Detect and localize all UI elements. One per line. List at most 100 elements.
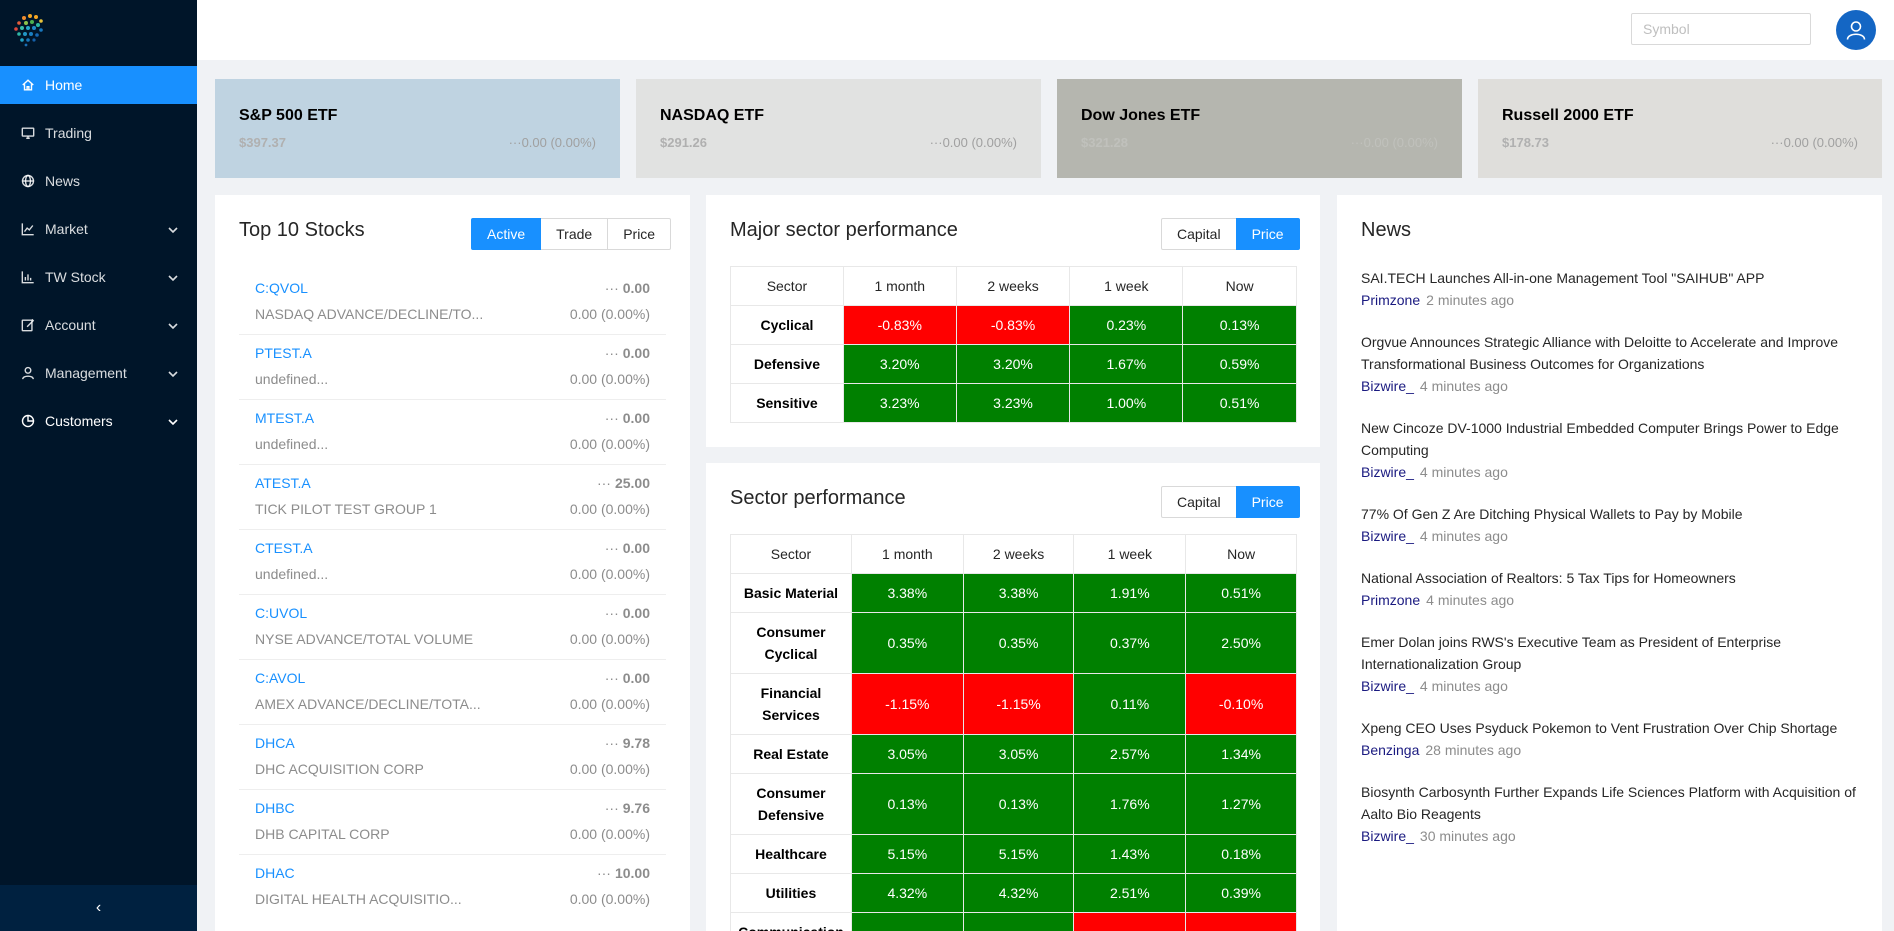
sidebar-item-home[interactable]: Home bbox=[0, 66, 197, 104]
stock-row[interactable]: C:UVOL NYSE ADVANCE/TOTAL VOLUME ··· 0.00 0.… bbox=[239, 595, 666, 660]
column-header: 2 weeks bbox=[955, 266, 1071, 306]
user-avatar[interactable] bbox=[1836, 10, 1876, 50]
performance-cell bbox=[1185, 912, 1297, 931]
major-sector-table: Sector 1 month 2 weeks 1 week Now Cyclical -0… bbox=[730, 266, 1297, 423]
table-row: Communication bbox=[730, 912, 1297, 931]
sidebar-item-account[interactable]: Account bbox=[0, 306, 197, 344]
sidebar-item-label: Management bbox=[45, 365, 127, 381]
sidebar-item-label: Customers bbox=[45, 413, 113, 429]
tab-price[interactable]: Price bbox=[607, 218, 672, 250]
tab-trade[interactable]: Trade bbox=[540, 218, 609, 250]
stock-row[interactable]: C:QVOL NASDAQ ADVANCE/DECLINE/TO... ··· 0.0… bbox=[239, 270, 666, 335]
stock-symbol-link[interactable]: C:AVOL bbox=[255, 670, 305, 686]
sidebar-collapse-button[interactable]: ‹ bbox=[0, 885, 197, 931]
sidebar-item-label: News bbox=[45, 173, 81, 189]
stock-value: ··· 9.76 bbox=[605, 800, 650, 816]
column-header: 1 month bbox=[850, 534, 964, 574]
stock-symbol-link[interactable]: CTEST.A bbox=[255, 540, 313, 556]
column-header: 1 month bbox=[842, 266, 957, 306]
sidebar-item-label: Market bbox=[45, 221, 88, 237]
news-source-link[interactable]: Bizwire_ bbox=[1361, 678, 1414, 694]
stock-symbol-link[interactable]: PTEST.A bbox=[255, 345, 312, 361]
column-header: Sector bbox=[730, 266, 844, 306]
sidebar-item-management[interactable]: Management bbox=[0, 354, 197, 392]
news-source-link[interactable]: Bizwire_ bbox=[1361, 378, 1414, 394]
performance-cell: 0.59% bbox=[1182, 344, 1297, 384]
stock-row[interactable]: DHAC DIGITAL HEALTH ACQUISITIO... ··· 10.00… bbox=[239, 855, 666, 920]
stock-row[interactable]: DHCA DHC ACQUISITION CORP ··· 9.78 0.00 (0.0… bbox=[239, 725, 666, 790]
symbol-search-input[interactable] bbox=[1631, 13, 1811, 45]
sidebar-item-trading[interactable]: Trading bbox=[0, 114, 197, 152]
toggle-capital[interactable]: Capital bbox=[1161, 486, 1237, 518]
column-header: 1 week bbox=[1069, 266, 1184, 306]
news-headline-link[interactable]: Orgvue Announces Strategic Alliance with… bbox=[1361, 331, 1881, 375]
sector-perf-panel: Sector performance Capital Price Sector 1… bbox=[706, 463, 1320, 931]
news-headline-link[interactable]: Xpeng CEO Uses Psyduck Pokemon to Vent F… bbox=[1361, 717, 1881, 739]
news-source-link[interactable]: Bizwire_ bbox=[1361, 828, 1414, 844]
ellipsis-icon: ··· bbox=[604, 605, 619, 621]
stock-symbol-link[interactable]: MTEST.A bbox=[255, 410, 314, 426]
stock-change: 0.00 (0.00%) bbox=[569, 761, 650, 777]
stock-symbol-link[interactable]: DHCA bbox=[255, 735, 295, 751]
sidebar-item-tw-stock[interactable]: TW Stock bbox=[0, 258, 197, 296]
stock-symbol-link[interactable]: DHBC bbox=[255, 800, 295, 816]
table-row: Healthcare 5.15% 5.15% 1.43% 0.18% bbox=[730, 834, 1297, 874]
tab-active[interactable]: Active bbox=[471, 218, 542, 250]
sidebar-item-news[interactable]: News bbox=[0, 162, 197, 200]
toggle-price[interactable]: Price bbox=[1235, 218, 1300, 250]
stock-change: 0.00 (0.00%) bbox=[569, 436, 650, 452]
news-headline-link[interactable]: New Cincoze DV-1000 Industrial Embedded … bbox=[1361, 417, 1881, 461]
news-meta: Bizwire_ 4 minutes ago bbox=[1361, 675, 1881, 697]
news-timestamp: 2 minutes ago bbox=[1426, 292, 1515, 308]
performance-cell: 3.23% bbox=[955, 383, 1071, 423]
etf-card-dow-jones[interactable]: Dow Jones ETF $321.28 ···0.00 (0.00%) bbox=[1057, 79, 1462, 178]
sidebar-item-customers[interactable]: Customers bbox=[0, 402, 197, 440]
news-headline-link[interactable]: SAI.TECH Launches All-in-one Management … bbox=[1361, 267, 1881, 289]
news-meta: Benzinga 28 minutes ago bbox=[1361, 739, 1881, 761]
etf-card-sp500[interactable]: S&P 500 ETF $397.37 ···0.00 (0.00%) bbox=[215, 79, 620, 178]
stock-row[interactable]: MTEST.A undefined... ··· 0.00 0.00 (0.00%) bbox=[239, 400, 666, 465]
news-source-link[interactable]: Bizwire_ bbox=[1361, 464, 1414, 480]
sidebar-item-label: Trading bbox=[45, 125, 92, 141]
news-headline-link[interactable]: Biosynth Carbosynth Further Expands Life… bbox=[1361, 781, 1881, 825]
etf-card-russell-2000[interactable]: Russell 2000 ETF $178.73 ···0.00 (0.00%) bbox=[1478, 79, 1882, 178]
performance-cell: 0.51% bbox=[1182, 383, 1297, 423]
toggle-capital[interactable]: Capital bbox=[1161, 218, 1237, 250]
news-panel: News SAI.TECH Launches All-in-one Manage… bbox=[1337, 195, 1882, 931]
stock-symbol-link[interactable]: C:QVOL bbox=[255, 280, 308, 296]
news-meta: Bizwire_ 4 minutes ago bbox=[1361, 375, 1881, 397]
stock-value-number: 9.76 bbox=[622, 800, 650, 816]
stock-symbol-link[interactable]: ATEST.A bbox=[255, 475, 311, 491]
globe-icon bbox=[20, 173, 36, 189]
stock-description: undefined... bbox=[255, 436, 329, 452]
stock-row[interactable]: DHBC DHB CAPITAL CORP ··· 9.76 0.00 (0.00%) bbox=[239, 790, 666, 855]
news-source-link[interactable]: Benzinga bbox=[1361, 742, 1419, 758]
news-headline-link[interactable]: Emer Dolan joins RWS's Executive Team as… bbox=[1361, 631, 1881, 675]
stock-row[interactable]: CTEST.A undefined... ··· 0.00 0.00 (0.00%) bbox=[239, 530, 666, 595]
news-source-link[interactable]: Primzone bbox=[1361, 592, 1420, 608]
news-source-link[interactable]: Bizwire_ bbox=[1361, 528, 1414, 544]
news-headline-link[interactable]: National Association of Realtors: 5 Tax … bbox=[1361, 567, 1881, 589]
toggle-price[interactable]: Price bbox=[1235, 486, 1300, 518]
stock-row[interactable]: PTEST.A undefined... ··· 0.00 0.00 (0.00%) bbox=[239, 335, 666, 400]
news-meta: Primzone 2 minutes ago bbox=[1361, 289, 1881, 311]
user-icon bbox=[1846, 21, 1866, 40]
stock-row[interactable]: C:AVOL AMEX ADVANCE/DECLINE/TOTA... ··· 0.0… bbox=[239, 660, 666, 725]
stock-value-number: 0.00 bbox=[622, 605, 650, 621]
stock-symbol-link[interactable]: DHAC bbox=[255, 865, 295, 881]
user-icon bbox=[20, 365, 36, 381]
news-headline-link[interactable]: 77% Of Gen Z Are Ditching Physical Walle… bbox=[1361, 503, 1881, 525]
table-row: Consumer Defensive 0.13% 0.13% 1.76% 1.27% bbox=[730, 773, 1297, 835]
stock-row[interactable]: ATEST.A TICK PILOT TEST GROUP 1 ··· 25.00 0.… bbox=[239, 465, 666, 530]
sidebar-item-market[interactable]: Market bbox=[0, 210, 197, 248]
pie-chart-icon bbox=[20, 413, 36, 429]
etf-card-nasdaq[interactable]: NASDAQ ETF $291.26 ···0.00 (0.00%) bbox=[636, 79, 1041, 178]
stock-change: 0.00 (0.00%) bbox=[569, 306, 650, 322]
panel-title: Top 10 Stocks bbox=[239, 219, 365, 241]
stock-symbol-link[interactable]: C:UVOL bbox=[255, 605, 307, 621]
app-logo[interactable] bbox=[10, 10, 50, 50]
performance-cell: 0.13% bbox=[850, 773, 964, 835]
performance-cell: -0.83% bbox=[955, 305, 1071, 345]
stock-value-number: 0.00 bbox=[622, 410, 650, 426]
news-source-link[interactable]: Primzone bbox=[1361, 292, 1420, 308]
